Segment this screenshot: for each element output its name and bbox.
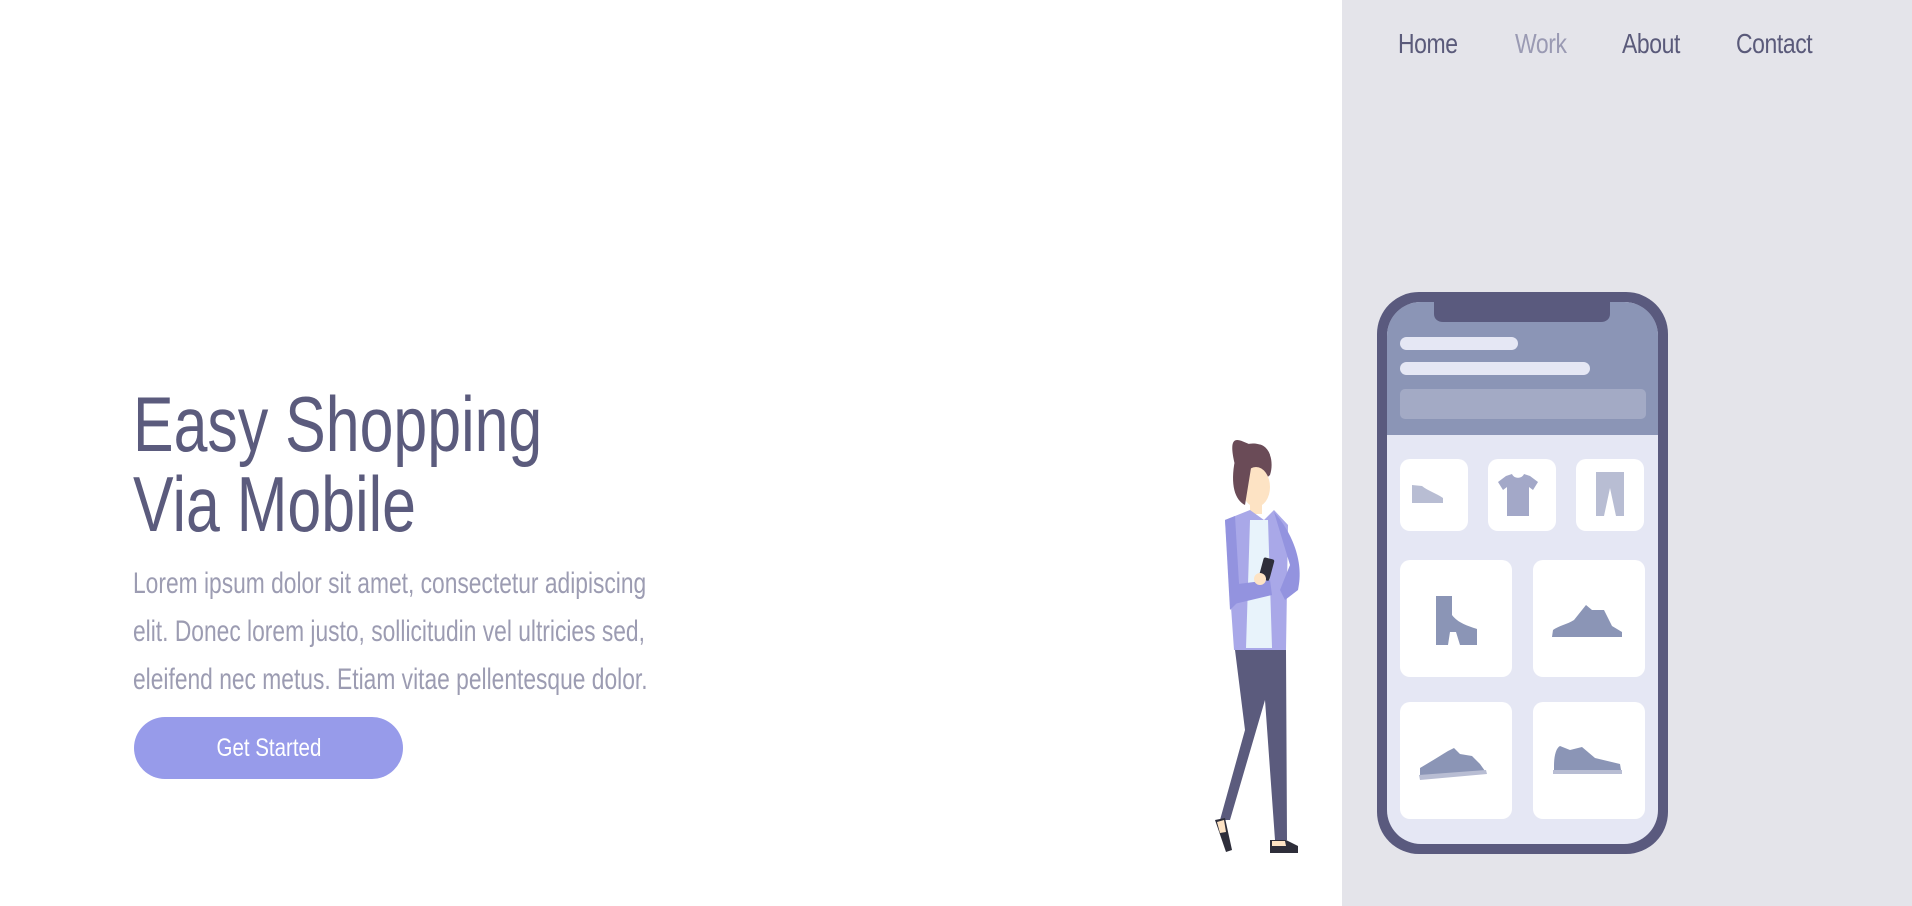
nav-work[interactable]: Work xyxy=(1515,22,1567,66)
get-started-button[interactable]: Get Started xyxy=(134,717,403,779)
woman-figure xyxy=(1215,440,1300,853)
hero-description: Lorem ipsum dolor sit amet, consectetur … xyxy=(133,567,648,696)
shopping-illustration xyxy=(1215,292,1668,854)
nav-contact[interactable]: Contact xyxy=(1736,22,1813,66)
hero-title: Easy Shopping Via Mobile xyxy=(133,384,542,544)
hero-title-line-1: Easy Shopping xyxy=(133,380,543,468)
main-nav: Home Work About Contact xyxy=(1398,22,1873,66)
nav-about[interactable]: About xyxy=(1622,22,1680,66)
get-started-label: Get Started xyxy=(216,733,321,762)
phone-mockup xyxy=(1377,292,1668,854)
nav-home[interactable]: Home xyxy=(1398,22,1458,66)
hero-title-line-2: Via Mobile xyxy=(133,460,416,548)
